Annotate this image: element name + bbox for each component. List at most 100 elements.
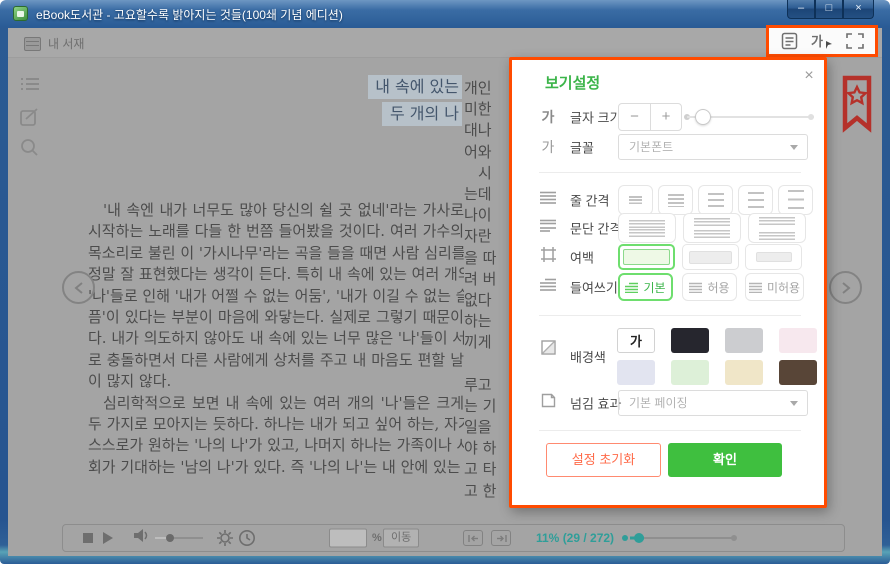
bg-color-swatch-lavender[interactable]: [617, 360, 655, 385]
line-spacing-label: 줄 간격: [570, 191, 610, 210]
bg-color-swatch-beige[interactable]: [725, 360, 763, 385]
font-select-value: 기본폰트: [629, 140, 673, 154]
line-spacing-row: 줄 간격: [512, 185, 824, 215]
search-button[interactable]: [20, 138, 39, 162]
bookmark-button[interactable]: [841, 75, 873, 138]
reset-settings-button[interactable]: 설정 초기화: [546, 443, 661, 477]
font-size-stepper: − +: [618, 103, 682, 131]
reading-timer-button[interactable]: [235, 527, 259, 549]
prev-page-button[interactable]: [62, 271, 95, 304]
maximize-button[interactable]: □: [815, 0, 843, 19]
view-settings-button[interactable]: 가: [810, 30, 834, 52]
margin-option-medium[interactable]: [682, 244, 739, 270]
book-line: 없다: [464, 290, 514, 311]
book-line: 미한: [464, 99, 514, 120]
slider-handle[interactable]: [695, 109, 711, 125]
indent-option-default[interactable]: 기본: [618, 273, 673, 301]
margin-option-small[interactable]: [618, 244, 675, 270]
line-spacing-option-5[interactable]: [778, 185, 813, 215]
tts-stop-button[interactable]: [83, 533, 93, 543]
line-spacing-option-2[interactable]: [658, 185, 693, 215]
indent-option-disallow[interactable]: 미허용: [745, 273, 804, 301]
line-spacing-option-4[interactable]: [738, 185, 773, 215]
bg-color-swatch-green[interactable]: [671, 360, 709, 385]
font-size-slider[interactable]: [684, 109, 814, 125]
book-line: 픔'이 있다는 부분이 마음에 와닿는다. 실제로 그렇기 때문이: [88, 307, 464, 328]
note-button[interactable]: [20, 108, 39, 132]
bg-color-swatch-white[interactable]: 가: [617, 328, 655, 353]
book-line: 일을: [464, 417, 514, 438]
chevron-down-icon: [790, 145, 798, 150]
page-turn-select[interactable]: 기본 페이징: [618, 390, 808, 416]
divider: [539, 430, 801, 431]
book-line: 려 버: [464, 269, 514, 290]
progress-end-dot: [731, 535, 737, 541]
list-icon: [20, 76, 40, 92]
book-line: 스스로가 원하는 '나의 나'가 있고, 나머지 하나는 가족이나 사: [88, 435, 464, 456]
bookmark-star-icon: [841, 75, 873, 133]
book-line: 다. 내가 의도하지 않아도 내 속에 있는 너무 많은 '나'들이 서: [88, 328, 464, 349]
clock-icon: [238, 529, 256, 547]
font-size-decrease-button[interactable]: −: [619, 104, 650, 130]
panel-close-button[interactable]: ×: [800, 67, 818, 85]
page-turn-row: 넘김 효과 기본 페이징: [512, 390, 824, 416]
indent-option-label: 미허용: [767, 279, 800, 296]
indent-option-allow[interactable]: 허용: [682, 273, 737, 301]
bg-color-swatch-pink[interactable]: [779, 328, 817, 353]
title-bar[interactable]: eBook도서관 - 고요할수록 밝아지는 것들(100쇄 기념 에디션) – …: [0, 0, 890, 28]
page-turn-label: 넘김 효과: [570, 394, 621, 413]
line-spacing-option-1[interactable]: [618, 185, 653, 215]
fullscreen-button[interactable]: [843, 30, 867, 52]
bg-color-swatch-gray[interactable]: [725, 328, 763, 353]
book-line: 하는: [464, 311, 514, 332]
bg-color-swatch-dark[interactable]: [671, 328, 709, 353]
book-line: 어와: [464, 142, 514, 163]
paragraph-spacing-label: 문단 간격: [570, 219, 621, 238]
book-line: 개인: [464, 78, 514, 99]
volume-icon[interactable]: [133, 528, 150, 548]
tts-play-button[interactable]: [103, 532, 113, 544]
font-select[interactable]: 기본폰트: [618, 134, 808, 160]
view-settings-panel: 보기설정 × 가 글자 크기 − + 가 글꼴: [509, 57, 827, 508]
paragraph-spacing-row: 문단 간격: [512, 213, 824, 243]
panel-title: 보기설정: [545, 72, 600, 93]
tts-settings-button[interactable]: [213, 527, 237, 549]
line-spacing-option-3[interactable]: [698, 185, 733, 215]
font-row: 가 글꼴 기본폰트: [512, 133, 824, 161]
book-line: 이 많지 않다.: [88, 371, 464, 392]
volume-slider-track[interactable]: [169, 537, 203, 539]
paragraph-spacing-option-2[interactable]: [683, 213, 741, 243]
book-line: '나'들로 인해 '내가 어쩔 수 없는 어둠', '내가 이길 수 없는 슬: [88, 286, 464, 307]
margin-option-large[interactable]: [745, 244, 802, 270]
minimize-button[interactable]: –: [787, 0, 815, 19]
close-button[interactable]: ×: [843, 0, 874, 19]
book-line: 정말 잘 표현했다는 생각이 든다. 특히 내 속에 있는 여러 개의: [88, 264, 464, 285]
volume-slider-handle[interactable]: [166, 534, 174, 542]
percent-input[interactable]: [329, 529, 367, 548]
book-line: 로 충돌하면서 다른 사람에게 상처를 주고 내 마음도 편할 날: [88, 350, 464, 371]
slider-end-dot: [808, 114, 814, 120]
book-line: '내 속엔 내가 너무도 많아 당신의 쉴 곳 없네'라는 가사로: [88, 200, 464, 221]
book-line: 심리학적으로 보면 내 속에 있는 여러 개의 '나'들은 크게: [88, 393, 464, 414]
toc-button[interactable]: [20, 76, 40, 97]
go-to-percent-button[interactable]: 이동: [383, 529, 419, 548]
margin-label: 여백: [570, 248, 594, 267]
paragraph-spacing-option-3[interactable]: [748, 213, 806, 243]
margin-row: 여백: [512, 244, 824, 270]
progress-track[interactable]: [644, 537, 734, 539]
jump-back-button[interactable]: [463, 530, 483, 546]
reading-note-button[interactable]: [778, 30, 802, 52]
book-line: 야 하: [464, 438, 514, 459]
window-title: eBook도서관 - 고요할수록 밝아지는 것들(100쇄 기념 에디션): [36, 6, 343, 23]
jump-forward-button[interactable]: [491, 530, 511, 546]
progress-start-dot: [622, 535, 628, 541]
progress-handle[interactable]: [634, 533, 644, 543]
percent-sign: %: [372, 532, 382, 544]
paragraph-spacing-option-1[interactable]: [618, 213, 676, 243]
page-turn-value: 기본 페이징: [629, 396, 688, 410]
font-size-increase-button[interactable]: +: [650, 104, 681, 130]
next-page-button[interactable]: [829, 271, 862, 304]
my-library-button[interactable]: 내 서재: [24, 35, 84, 52]
bg-color-swatch-brown[interactable]: [779, 360, 817, 385]
confirm-button[interactable]: 확인: [668, 443, 782, 477]
